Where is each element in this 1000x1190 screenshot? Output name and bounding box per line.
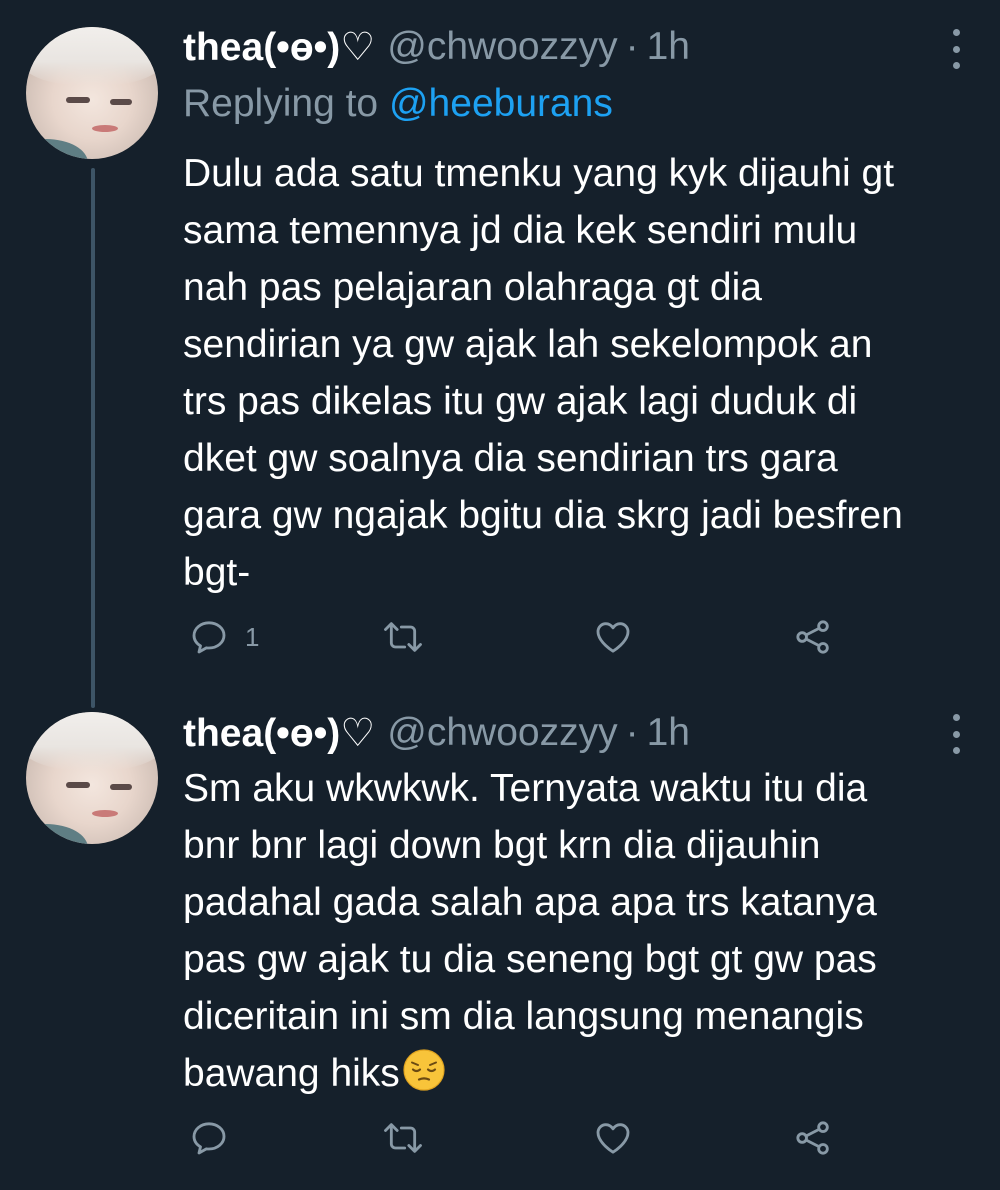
thread-line (91, 168, 95, 708)
tweet-header: thea(•ɵ•)♡ @chwoozzyy · 1h (183, 708, 690, 758)
replying-to-handle[interactable]: @heeburans (389, 82, 613, 125)
tweet-text-line: Sm aku wkwkwk. Ternyata waktu itu dia (183, 767, 868, 810)
tweet-text-line: sendirian ya gw ajak lah sekelompok an (183, 323, 873, 366)
action-bar: 1 (183, 612, 983, 662)
pensive-face-emoji (403, 1049, 445, 1091)
like-button[interactable] (593, 612, 633, 662)
tweet-text-line: bnr bnr lagi down bgt krn dia dijauhin (183, 824, 821, 867)
tweet-text-fragment: bawang hiks (183, 1052, 400, 1095)
like-icon (596, 622, 630, 653)
reply-icon (192, 1122, 226, 1155)
tweet-header: thea(•ɵ•)♡ @chwoozzyy · 1h (183, 22, 690, 72)
tweet[interactable]: thea(•ɵ•)♡ @chwoozzyy · 1h Replying to @… (0, 0, 1000, 708)
share-button[interactable] (793, 612, 833, 662)
retweet-icon (384, 1123, 422, 1153)
like-button[interactable] (593, 1113, 633, 1163)
retweet-button[interactable] (381, 1113, 425, 1163)
reply-button[interactable] (189, 1113, 245, 1163)
timestamp[interactable]: 1h (647, 711, 690, 755)
tweet-text-line: pas gw ajak tu dia seneng bgt gt gw pas (183, 938, 877, 981)
reply-button[interactable]: 1 (189, 612, 259, 662)
replying-prefix: Replying to (183, 82, 379, 125)
reply-icon (192, 621, 226, 654)
tweet-text-line: sama temennya jd dia kek sendiri mulu (183, 209, 858, 252)
tweet-text-line: Dulu ada satu tmenku yang kyk dijauhi gt (183, 152, 895, 195)
tweet-text-line: trs pas dikelas itu gw ajak lagi duduk d… (183, 380, 858, 423)
timestamp[interactable]: 1h (647, 25, 690, 69)
replying-to: Replying to @heeburans (183, 82, 613, 126)
share-icon (796, 620, 829, 654)
user-handle[interactable]: @chwoozzyy (387, 711, 617, 755)
retweet-icon (384, 622, 422, 652)
more-icon[interactable] (950, 714, 962, 754)
avatar[interactable] (26, 27, 158, 159)
retweet-button[interactable] (381, 612, 425, 662)
separator-dot: · (625, 25, 639, 68)
tweet-text: Sm aku wkwkwk. Ternyata waktu itu dia bn… (183, 760, 973, 1102)
more-icon[interactable] (950, 29, 962, 69)
tweet-text-line: dket gw soalnya dia sendirian trs gara (183, 437, 838, 480)
tweet-text: Dulu ada satu tmenku yang kyk dijauhi gt… (183, 145, 973, 601)
reply-count: 1 (245, 621, 260, 652)
tweet-text-line: bgt- (183, 551, 251, 594)
separator-dot: · (625, 711, 639, 754)
share-icon (796, 1121, 829, 1155)
tweet-text-line-last: bawang hiks (183, 1045, 973, 1102)
action-bar (183, 1113, 983, 1163)
display-name[interactable]: thea(•ɵ•)♡ (183, 25, 375, 70)
tweet-text-line: gara gw ngajak bgitu dia skrg jadi besfr… (183, 494, 903, 537)
user-handle[interactable]: @chwoozzyy (387, 25, 617, 69)
tweet-text-line: diceritain ini sm dia langsung menangis (183, 995, 864, 1038)
display-name[interactable]: thea(•ɵ•)♡ (183, 711, 375, 756)
share-button[interactable] (793, 1113, 833, 1163)
avatar[interactable] (26, 712, 158, 844)
like-icon (596, 1123, 630, 1154)
tweet[interactable]: thea(•ɵ•)♡ @chwoozzyy · 1h Sm aku wkwkwk… (0, 690, 1000, 1190)
tweet-text-line: padahal gada salah apa apa trs katanya (183, 881, 877, 924)
tweet-text-line: nah pas pelajaran olahraga gt dia (183, 266, 762, 309)
